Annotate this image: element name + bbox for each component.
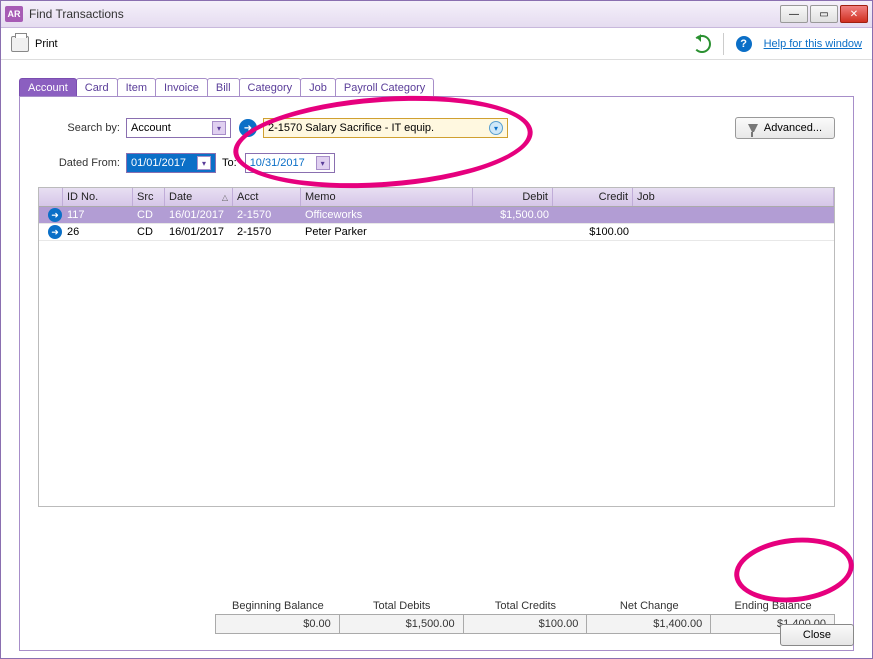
toolbar: Print ? Help for this window [1, 28, 872, 60]
open-row-icon[interactable]: ➜ [48, 225, 62, 239]
search-by-dropdown[interactable]: Account ▾ [126, 118, 231, 138]
to-label: To: [222, 157, 237, 169]
grid-header: ID No. Src Date△ Acct Memo Debit Credit … [39, 188, 834, 207]
main-panel: Search by: Account ▾ ➜ 2-1570 Salary Sac… [19, 96, 854, 651]
col-job[interactable]: Job [633, 188, 834, 206]
sum-label-end: Ending Balance [711, 600, 835, 612]
cell-date: 16/01/2017 [165, 226, 233, 238]
dated-from-label: Dated From: [38, 157, 126, 169]
grid-body: ➜117CD16/01/20172-1570Officeworks$1,500.… [39, 207, 834, 241]
sum-val-net: $1,400.00 [586, 614, 711, 634]
search-row-1: Search by: Account ▾ ➜ 2-1570 Salary Sac… [38, 117, 835, 139]
funnel-icon [748, 124, 758, 132]
search-row-2: Dated From: 01/01/2017 ▾ To: 10/31/2017 … [38, 153, 835, 173]
col-date[interactable]: Date△ [165, 188, 233, 206]
sum-val-debits: $1,500.00 [339, 614, 464, 634]
cell-acct: 2-1570 [233, 209, 301, 221]
sum-val-beg: $0.00 [215, 614, 340, 634]
tab-invoice[interactable]: Invoice [155, 78, 208, 96]
tab-row: Account Card Item Invoice Bill Category … [1, 60, 872, 96]
print-label: Print [35, 38, 58, 50]
tab-item[interactable]: Item [117, 78, 156, 96]
refresh-icon[interactable] [693, 35, 711, 53]
transaction-grid: ID No. Src Date△ Acct Memo Debit Credit … [38, 187, 835, 507]
window-title: Find Transactions [29, 7, 780, 21]
col-id[interactable]: ID No. [63, 188, 133, 206]
sum-label-beg: Beginning Balance [216, 600, 340, 612]
tab-category[interactable]: Category [239, 78, 302, 96]
cell-id: 117 [63, 209, 133, 221]
date-to-value: 10/31/2017 [250, 157, 305, 169]
help-link[interactable]: Help for this window [764, 38, 862, 50]
search-by-label: Search by: [38, 122, 126, 134]
sum-label-credits: Total Credits [464, 600, 588, 612]
advanced-button[interactable]: Advanced... [735, 117, 835, 139]
account-lookup-field[interactable]: 2-1570 Salary Sacrifice - IT equip. ▾ [263, 118, 508, 138]
cell-credit: $100.00 [553, 226, 633, 238]
app-badge-icon: AR [5, 6, 23, 22]
account-value: 2-1570 Salary Sacrifice - IT equip. [268, 122, 434, 134]
table-row[interactable]: ➜26CD16/01/20172-1570Peter Parker $100.00 [39, 224, 834, 241]
close-window-button[interactable]: ✕ [840, 5, 868, 23]
cell-id: 26 [63, 226, 133, 238]
chevron-down-icon: ▾ [316, 156, 330, 170]
table-row[interactable]: ➜117CD16/01/20172-1570Officeworks$1,500.… [39, 207, 834, 224]
advanced-label: Advanced... [764, 122, 822, 134]
tab-payroll-category[interactable]: Payroll Category [335, 78, 434, 96]
chevron-down-icon: ▾ [197, 156, 211, 170]
dialog-buttons: Close [780, 624, 854, 646]
help-icon[interactable]: ? [736, 36, 752, 52]
cell-memo: Officeworks [301, 209, 473, 221]
cell-date: 16/01/2017 [165, 209, 233, 221]
col-arrow[interactable] [39, 188, 63, 206]
tab-account[interactable]: Account [19, 78, 77, 96]
open-row-icon[interactable]: ➜ [48, 208, 62, 222]
col-src[interactable]: Src [133, 188, 165, 206]
maximize-button[interactable]: ▭ [810, 5, 838, 23]
close-button[interactable]: Close [780, 624, 854, 646]
col-memo[interactable]: Memo [301, 188, 473, 206]
tab-bill[interactable]: Bill [207, 78, 240, 96]
summary-bar: Beginning Balance Total Debits Total Cre… [38, 600, 835, 634]
sort-asc-icon: △ [222, 193, 228, 202]
cell-src: CD [133, 226, 165, 238]
cell-src: CD [133, 209, 165, 221]
date-from-input[interactable]: 01/01/2017 ▾ [126, 153, 216, 173]
printer-icon [11, 36, 29, 52]
sum-label-net: Net Change [587, 600, 711, 612]
divider [723, 33, 724, 55]
print-button[interactable]: Print [11, 36, 58, 52]
col-debit[interactable]: Debit [473, 188, 553, 206]
search-by-value: Account [131, 122, 171, 134]
sum-label-debits: Total Debits [340, 600, 464, 612]
titlebar: AR Find Transactions — ▭ ✕ [1, 1, 872, 28]
tab-card[interactable]: Card [76, 78, 118, 96]
date-from-value: 01/01/2017 [131, 157, 186, 169]
go-arrow-icon[interactable]: ➜ [239, 119, 257, 137]
date-to-input[interactable]: 10/31/2017 ▾ [245, 153, 335, 173]
lookup-icon: ▾ [489, 121, 503, 135]
sum-val-credits: $100.00 [463, 614, 588, 634]
cell-memo: Peter Parker [301, 226, 473, 238]
window-controls: — ▭ ✕ [780, 5, 868, 23]
col-credit[interactable]: Credit [553, 188, 633, 206]
chevron-down-icon: ▾ [212, 121, 226, 135]
tab-job[interactable]: Job [300, 78, 336, 96]
cell-acct: 2-1570 [233, 226, 301, 238]
col-acct[interactable]: Acct [233, 188, 301, 206]
minimize-button[interactable]: — [780, 5, 808, 23]
cell-debit: $1,500.00 [473, 209, 553, 221]
